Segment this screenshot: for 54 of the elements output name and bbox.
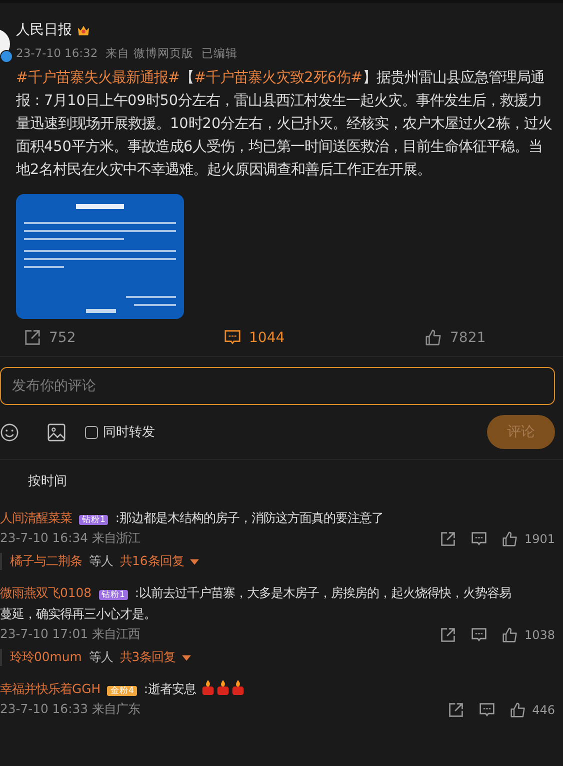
post-source: 来自 微博网页版 — [106, 46, 194, 61]
others-label: 等人 — [88, 649, 113, 666]
thumbs-up-icon — [502, 530, 518, 546]
like-button[interactable]: 446 — [510, 702, 555, 718]
comment-icon[interactable] — [479, 702, 496, 718]
repost-button[interactable]: 752 — [24, 329, 224, 346]
emoji-icon[interactable] — [0, 422, 19, 442]
comment-text: 蔓延，确实得再三小心才是。 — [0, 606, 156, 621]
comment-button[interactable]: 1044 — [224, 329, 425, 346]
repost-checkbox[interactable]: 同时转发 — [85, 423, 155, 441]
edited-label: 已编辑 — [201, 46, 238, 61]
comment-input[interactable]: 发布你的评论 — [0, 367, 555, 405]
author-name[interactable]: 人民日报 — [16, 21, 72, 39]
thumbs-up-icon — [502, 626, 518, 642]
thumbs-up-icon — [425, 329, 442, 346]
commenter-name[interactable]: 人间清醒菜菜 — [0, 510, 72, 525]
comment-meta: 23-7-10 16:33 来自广东 — [0, 701, 140, 718]
candle-icon — [201, 679, 215, 696]
replier-name[interactable]: 橘子与二荆条 — [10, 553, 82, 570]
share-icon — [24, 329, 41, 346]
others-label: 等人 — [89, 553, 113, 570]
fan-badge: 金粉4 — [107, 686, 137, 696]
sort-label[interactable]: 按时间 — [28, 472, 563, 490]
comment-text: :逝者安息 — [144, 681, 196, 696]
commenter-name[interactable]: 微雨燕双飞0108 — [0, 585, 92, 600]
caret-icon — [182, 654, 191, 660]
like-button[interactable]: 1901 — [502, 530, 555, 546]
comment-icon — [224, 329, 241, 346]
comment-meta: 23-7-10 17:01 来自江西 — [0, 626, 140, 643]
share-icon[interactable] — [440, 626, 456, 642]
comment-text: :那边都是木结构的房子，消防这方面真的要注意了 — [115, 510, 384, 525]
comment-text: :以前去过千户苗寨，大多是木房子，房挨房的，起火烧得快，火势容易 — [134, 585, 512, 600]
replies-link[interactable]: 共3条回复 — [120, 649, 191, 666]
comment-icon[interactable] — [471, 626, 488, 642]
candle-icon — [231, 679, 245, 696]
fan-badge: 钻粉1 — [78, 515, 108, 525]
hashtag-link[interactable]: #千户苗寨失火最新通报# — [16, 70, 180, 86]
image-icon[interactable] — [47, 422, 66, 442]
hashtag-link[interactable]: #千户苗寨火灾致2死6伤# — [194, 70, 363, 86]
comment-icon[interactable] — [471, 530, 488, 546]
like-button[interactable]: 1038 — [502, 626, 555, 642]
share-icon[interactable] — [448, 702, 464, 718]
candle-icon — [216, 679, 230, 696]
replies-link[interactable]: 共16条回复 — [120, 553, 199, 570]
replier-name[interactable]: 玲玲00mum — [10, 649, 82, 666]
fan-badge: 钻粉1 — [98, 590, 128, 600]
commenter-name[interactable]: 幸福并快乐着GGH — [0, 681, 101, 696]
share-icon[interactable] — [440, 530, 456, 546]
thumbs-up-icon — [510, 702, 526, 718]
post-time[interactable]: 23-7-10 16:32 — [16, 46, 98, 61]
post-text: #千户苗寨失火最新通报#【#千户苗寨火灾致2死6伤#】据贵州雷山县应急管理局通报：7月10日上午09时50分左右，雷山县西江村发生一起火灾。事件发生后，救援力量迅速到现场开展救援。10时20分左右，火已扑灭。经核实，农户木屋过火2栋，过火面积450平方米。事故造成6人受伤，均已第一时间送医救治，目前生命体征平稳。当地2名村民在火灾中不幸遇难。起火原因调查和善后工作正在开展。 — [16, 68, 553, 180]
like-button[interactable]: 7821 — [425, 329, 486, 346]
caret-icon — [190, 558, 199, 564]
comment-meta: 23-7-10 16:34 来自浙江 — [0, 530, 140, 547]
